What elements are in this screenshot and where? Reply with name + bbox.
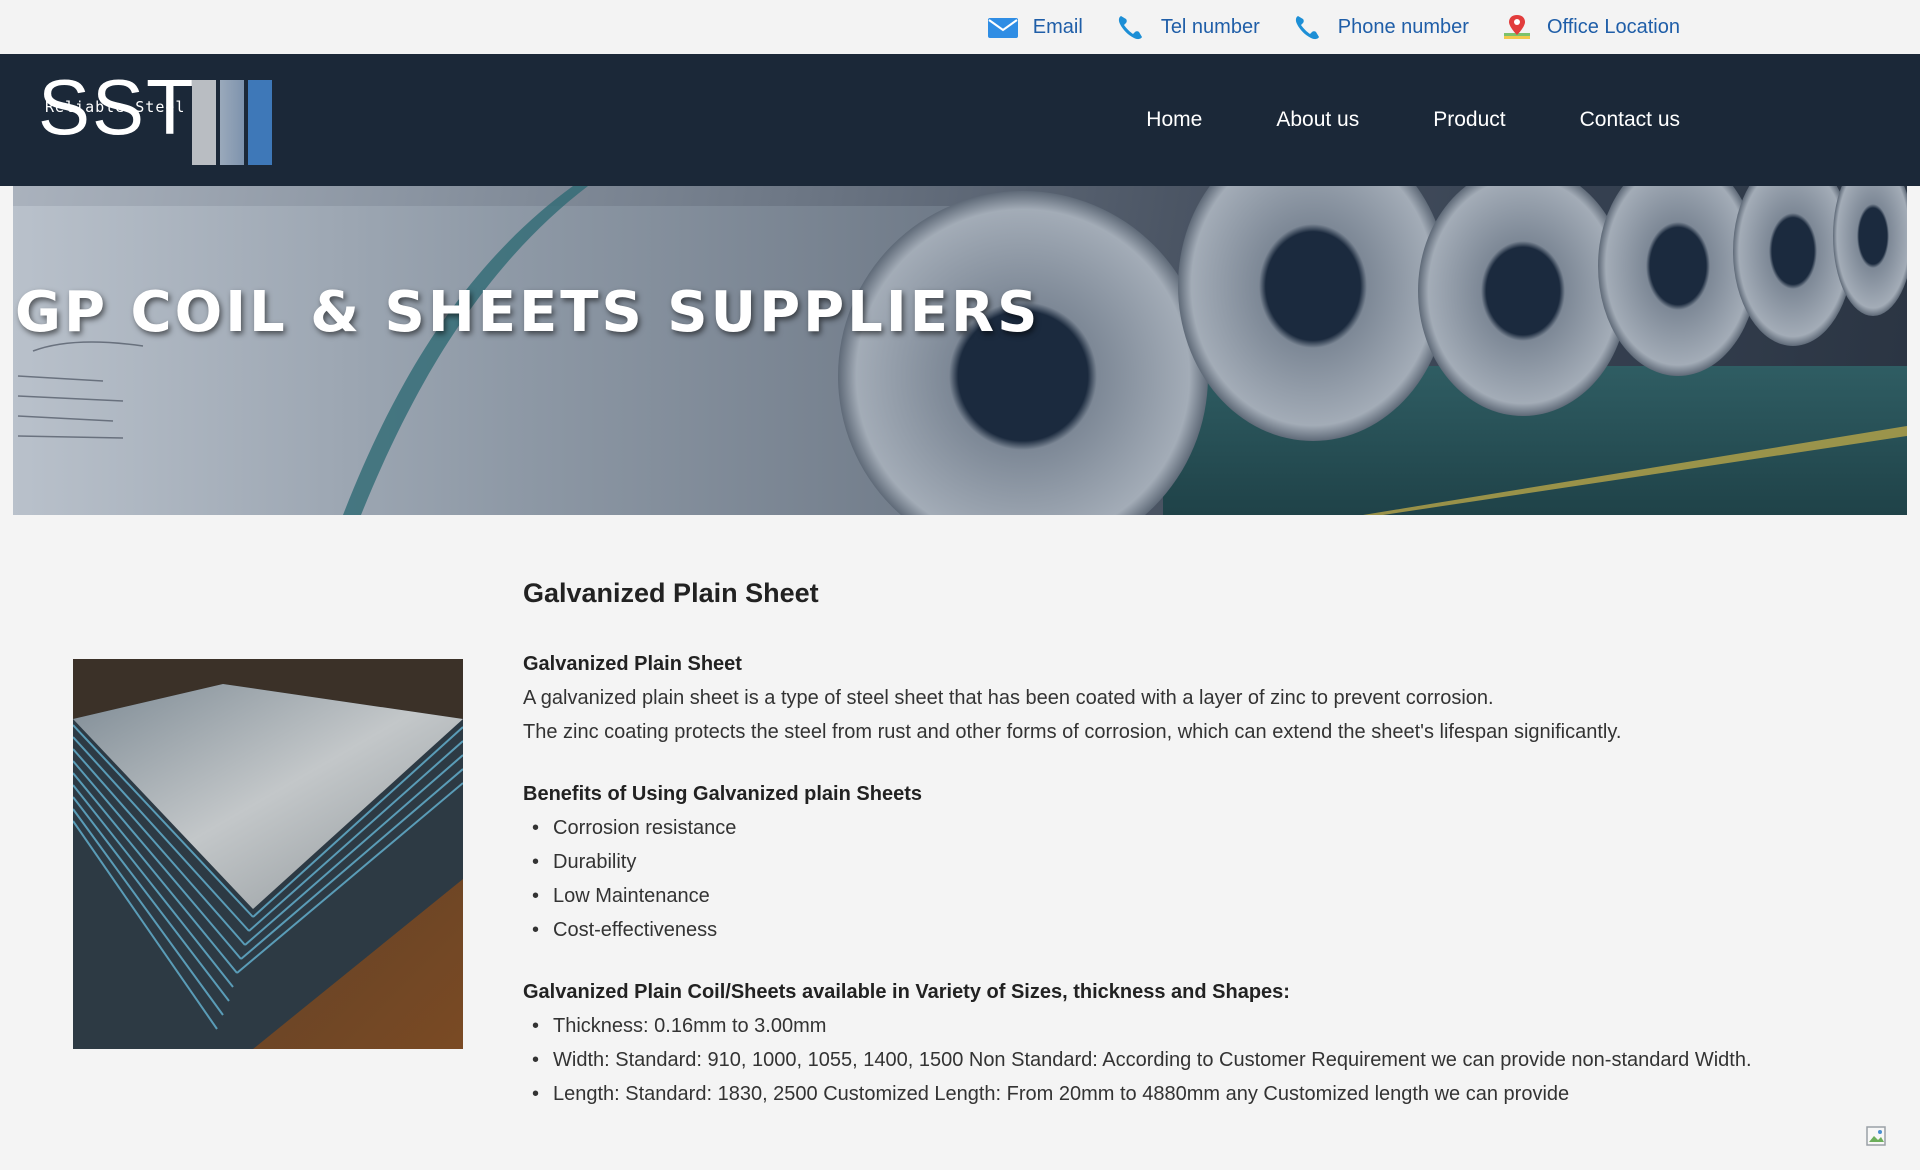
intro-title: Galvanized Plain Sheet	[523, 653, 742, 675]
benefits-list: Corrosion resistance Durability Low Main…	[523, 811, 1863, 947]
list-item: Durability	[523, 845, 1863, 879]
benefits-title: Benefits of Using Galvanized plain Sheet…	[523, 783, 922, 805]
phone-icon	[1118, 16, 1142, 40]
phone-label: Phone number	[1337, 15, 1469, 38]
phone-icon	[1295, 16, 1319, 40]
broken-image-icon	[1866, 1126, 1886, 1146]
benefits-section: Benefits of Using Galvanized plain Sheet…	[523, 777, 1863, 947]
product-image	[73, 659, 463, 1049]
steel-coils-image	[13, 186, 1907, 515]
logo-bars	[192, 80, 272, 165]
product-description: Galvanized Plain Sheet Galvanized Plain …	[523, 578, 1863, 1139]
nav-item-contact-us[interactable]: Contact us	[1580, 108, 1680, 132]
site-logo[interactable]: SST Reliable Steel	[38, 68, 288, 174]
intro-line: A galvanized plain sheet is a type of st…	[523, 687, 1494, 709]
site-header: SST Reliable Steel Home About us Product…	[0, 54, 1920, 186]
list-item: Length: Standard: 1830, 2500 Customized …	[523, 1077, 1863, 1111]
contact-bar: Email Tel number Phone number Office Loc…	[0, 0, 1920, 54]
email-label: Email	[1032, 15, 1083, 38]
tel-label: Tel number	[1160, 15, 1260, 38]
page-title: Galvanized Plain Sheet	[523, 578, 819, 608]
main-nav: Home About us Product Contact us	[1146, 54, 1680, 186]
contact-links: Email Tel number Phone number Office Loc…	[987, 0, 1680, 54]
intro-line: The zinc coating protects the steel from…	[523, 721, 1622, 743]
map-pin-icon	[1503, 15, 1530, 39]
tel-link[interactable]: Tel number	[1115, 13, 1260, 41]
sizes-section: Galvanized Plain Coil/Sheets available i…	[523, 975, 1863, 1111]
list-item: Thickness: 0.16mm to 3.00mm	[523, 1009, 1863, 1043]
logo-tagline: Reliable Steel	[45, 98, 186, 116]
envelope-icon	[987, 18, 1018, 38]
list-item: Corrosion resistance	[523, 811, 1863, 845]
list-item: Low Maintenance	[523, 879, 1863, 913]
nav-item-product[interactable]: Product	[1433, 108, 1505, 132]
galvanized-sheets-photo	[73, 659, 463, 1049]
sizes-list: Thickness: 0.16mm to 3.00mm Width: Stand…	[523, 1009, 1863, 1111]
office-location-label: Office Location	[1546, 15, 1680, 38]
nav-item-home[interactable]: Home	[1146, 108, 1202, 132]
intro-section: Galvanized Plain Sheet A galvanized plai…	[523, 647, 1863, 749]
office-location-link[interactable]: Office Location	[1501, 13, 1680, 41]
hero-banner: GP COIL & SHEETS SUPPLIERS	[13, 186, 1907, 515]
nav-item-about-us[interactable]: About us	[1276, 108, 1359, 132]
sizes-title: Galvanized Plain Coil/Sheets available i…	[523, 981, 1290, 1003]
hero-title: GP COIL & SHEETS SUPPLIERS	[15, 280, 1041, 345]
phone-link[interactable]: Phone number	[1292, 13, 1469, 41]
list-item: Width: Standard: 910, 1000, 1055, 1400, …	[523, 1043, 1863, 1077]
email-link[interactable]: Email	[987, 13, 1083, 41]
list-item: Cost-effectiveness	[523, 913, 1863, 947]
